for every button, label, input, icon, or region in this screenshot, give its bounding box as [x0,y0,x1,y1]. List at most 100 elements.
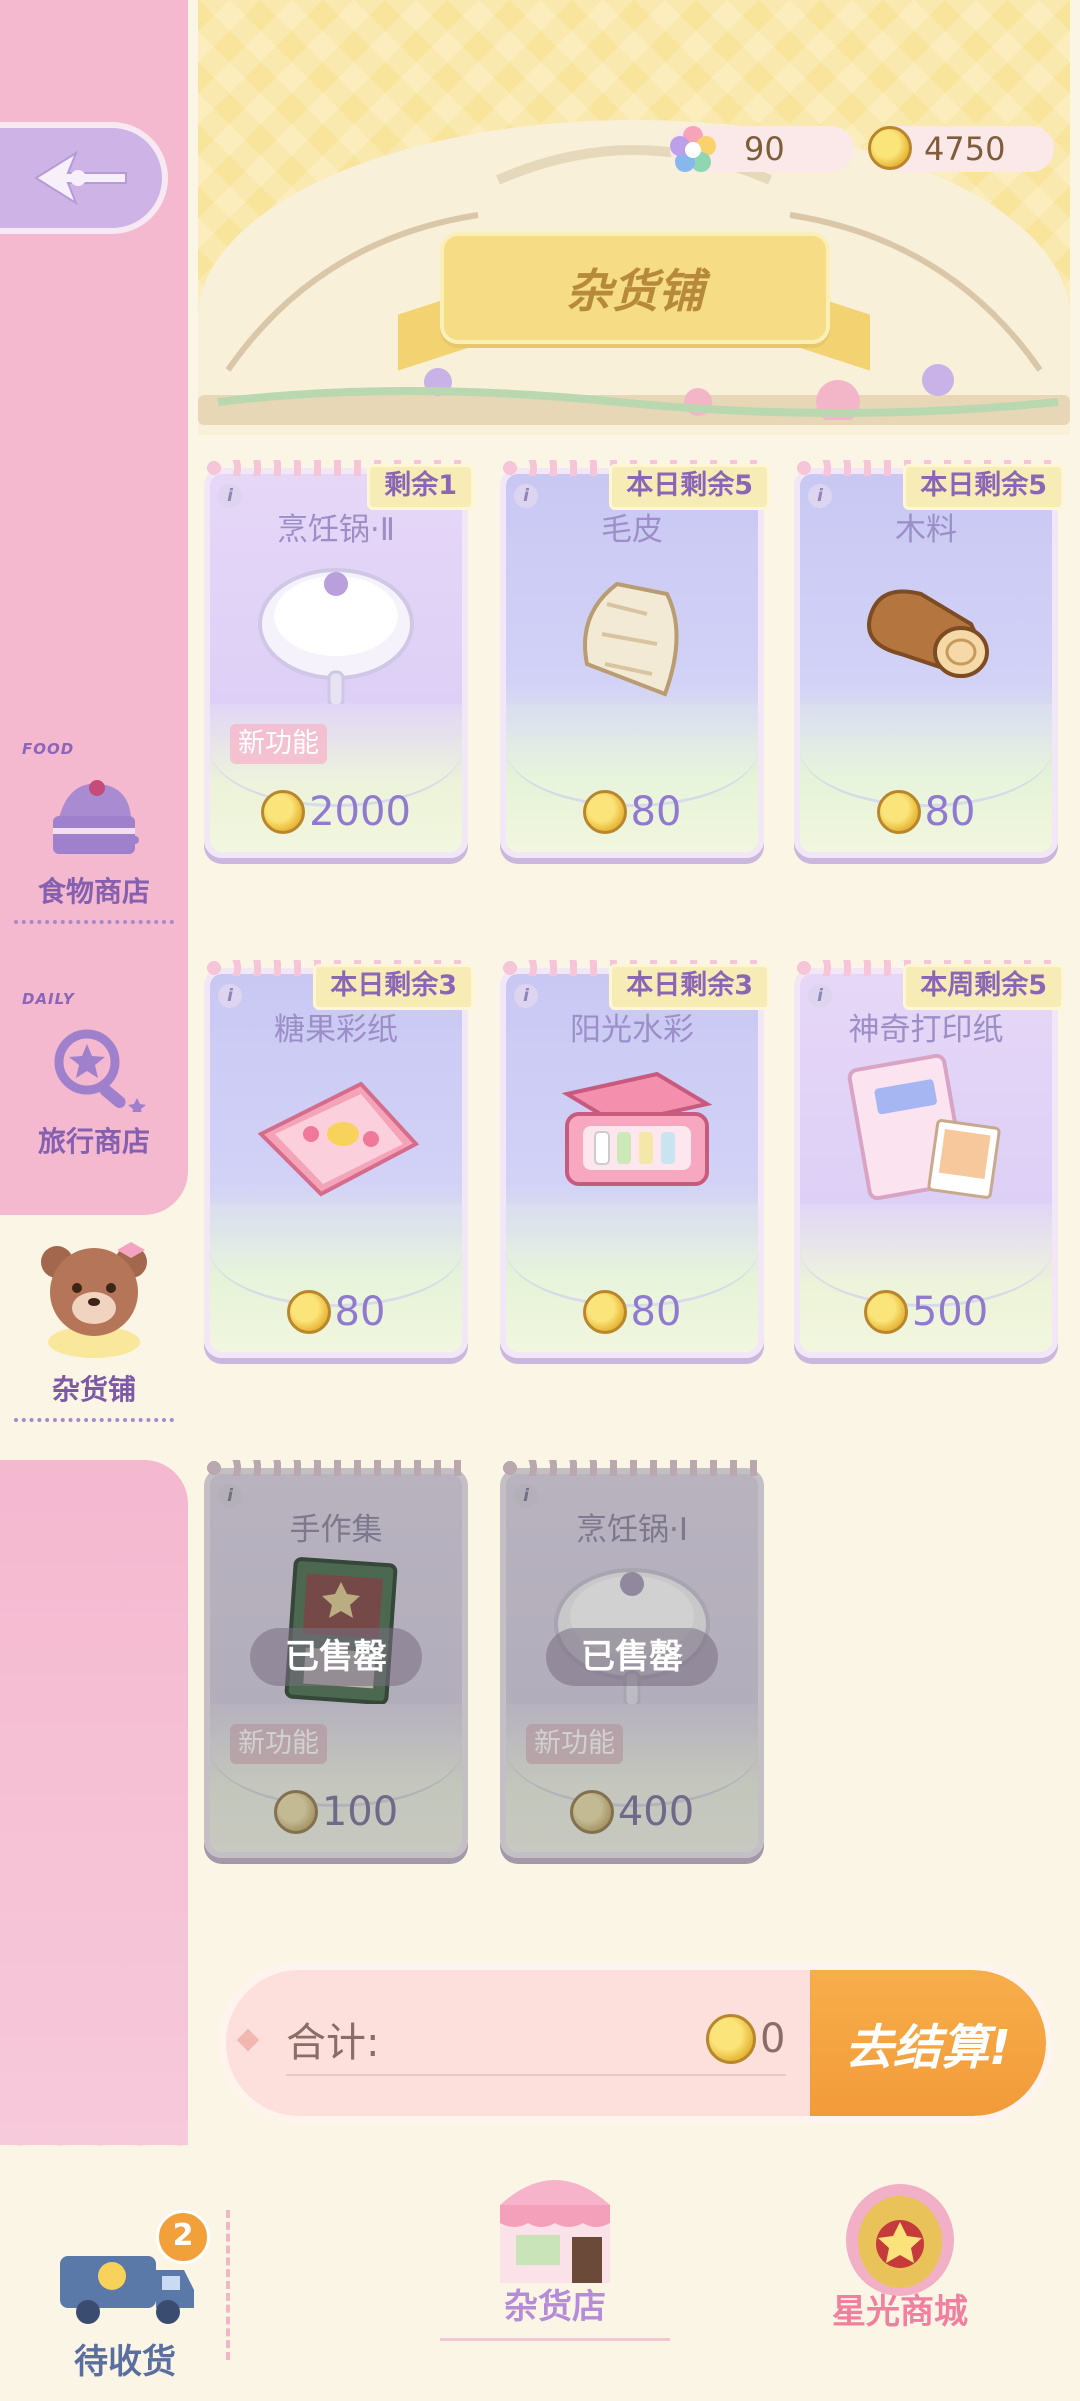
shop-item-card[interactable]: i 神奇打印纸 本周剩余5 500 [794,960,1064,1358]
bear-avatar-icon [41,1242,147,1358]
checkout-bar: 合计: 0 去结算! [218,1962,1054,2124]
item-name: 糖果彩纸 [274,1012,398,1048]
sidebar-lower-panel [0,1460,188,2180]
item-name: 手作集 [289,1512,383,1548]
sidebar-item-food[interactable]: FOOD 食物商店 [0,740,188,924]
item-price: 2000 [210,782,462,842]
item-price: 80 [506,1282,758,1342]
item-price: 500 [800,1282,1052,1342]
item-price: 100 [210,1782,462,1842]
item-price: 400 [506,1782,758,1842]
scallop-decoration [0,2125,188,2165]
candy-paper-icon [257,1081,420,1197]
coin-icon [876,790,921,834]
remaining-badge: 本日剩余3 [313,964,474,1010]
coin-icon [582,790,627,834]
shop-item-card[interactable]: i 烹饪锅·Ⅱ 剩余1 新功能 2000 [204,460,474,858]
item-price-value: 100 [321,1789,399,1835]
item-name: 烹饪锅·Ⅰ [576,1512,688,1548]
pending-delivery-tab[interactable]: 2 待收货 [40,2210,210,2383]
total-amount-value: 0 [760,2016,786,2062]
item-price-value: 2000 [309,789,411,835]
ribbon-decoration [204,1460,468,1476]
coin-currency-value: 4750 [924,130,1006,168]
bottom-divider [226,2210,230,2360]
item-name: 神奇打印纸 [848,1012,1004,1048]
new-feature-tag: 新功能 [526,1724,623,1764]
divider [14,920,174,924]
sold-out-badge: 已售罄 [250,1628,422,1686]
magnifier-star-icon [54,1029,146,1115]
item-price-value: 400 [617,1789,695,1835]
sidebar-item-grocery[interactable]: 杂货铺 [0,1230,188,1422]
shop-item-card[interactable]: i 木料 本日剩余5 80 [794,460,1064,858]
sidebar-item-tag: FOOD [22,740,75,758]
checkout-button[interactable]: 去结算! [810,1970,1046,2116]
coin-icon [569,1790,614,1834]
item-price: 80 [210,1282,462,1342]
coin-icon [863,1290,908,1334]
back-arrow-icon [34,150,127,206]
total-amount: 0 [706,2014,785,2064]
item-name: 烹饪锅·Ⅱ [276,512,396,548]
remaining-badge: 本周剩余5 [903,964,1064,1010]
coin-icon [582,1290,627,1334]
active-underline [440,2338,670,2341]
item-price-value: 500 [911,1289,989,1335]
grocery-store-tab[interactable]: 杂货店 [440,2165,670,2341]
pan-icon [258,568,414,704]
item-name: 毛皮 [601,512,663,548]
sold-out-badge: 已售罄 [546,1628,718,1686]
coin-icon [286,1290,331,1334]
shop-item-card[interactable]: i 毛皮 本日剩余5 80 [500,460,770,858]
diamond-decoration [236,2028,260,2052]
coin-icon [273,1790,318,1834]
shop-item-card[interactable]: i 阳光水彩 本日剩余3 80 [500,960,770,1358]
fur-icon [583,581,679,697]
remaining-badge: 本日剩余3 [609,964,770,1010]
pending-delivery-label: 待收货 [74,2342,176,2382]
item-price-value: 80 [630,1289,682,1335]
new-feature-tag: 新功能 [230,1724,327,1764]
storefront-icon [500,2180,610,2283]
print-paper-icon [847,1054,1001,1201]
coin-icon [868,126,912,170]
sidebar-item-label: 杂货铺 [51,1373,136,1406]
coin-currency: 4750 [868,126,1054,172]
item-price-value: 80 [630,789,682,835]
starlight-bag-icon [846,2184,954,2296]
coin-icon [261,790,306,834]
remaining-badge: 本日剩余5 [609,464,770,510]
notification-badge: 2 [156,2210,210,2264]
ribbon-decoration [500,1460,764,1476]
item-price: 80 [800,782,1052,842]
total-label: 合计: [286,2020,380,2066]
grocery-store-label: 杂货店 [504,2287,606,2327]
item-name: 木料 [895,512,957,548]
starlight-mall-tab[interactable]: 星光商城 [800,2170,1000,2333]
divider [14,1418,174,1422]
page-title: 杂货铺 [440,232,830,344]
item-name: 阳光水彩 [570,1012,694,1048]
coin-icon [706,2014,756,2064]
shop-header [198,0,1070,435]
new-feature-tag: 新功能 [230,724,327,764]
item-price: 80 [506,782,758,842]
sidebar-item-travel[interactable]: DAILY 旅行商店 [0,990,188,1160]
item-price-value: 80 [924,789,976,835]
back-button[interactable] [0,122,168,234]
cake-icon [53,780,139,854]
star-currency: 90 [670,126,854,172]
wood-log-icon [867,589,989,678]
shop-item-card[interactable]: i 糖果彩纸 本日剩余3 80 [204,960,474,1358]
sidebar-item-label: 食物商店 [37,875,150,908]
sidebar-item-label: 旅行商店 [37,1125,150,1158]
rainbow-star-icon [670,126,716,172]
sidebar-item-tag: DAILY [22,990,75,1008]
item-price-value: 80 [334,1289,386,1335]
remaining-badge: 本日剩余5 [903,464,1064,510]
total-underline [286,2074,786,2076]
remaining-badge: 剩余1 [367,464,474,510]
watercolor-box-icon [561,1071,713,1186]
star-currency-value: 90 [744,130,785,168]
